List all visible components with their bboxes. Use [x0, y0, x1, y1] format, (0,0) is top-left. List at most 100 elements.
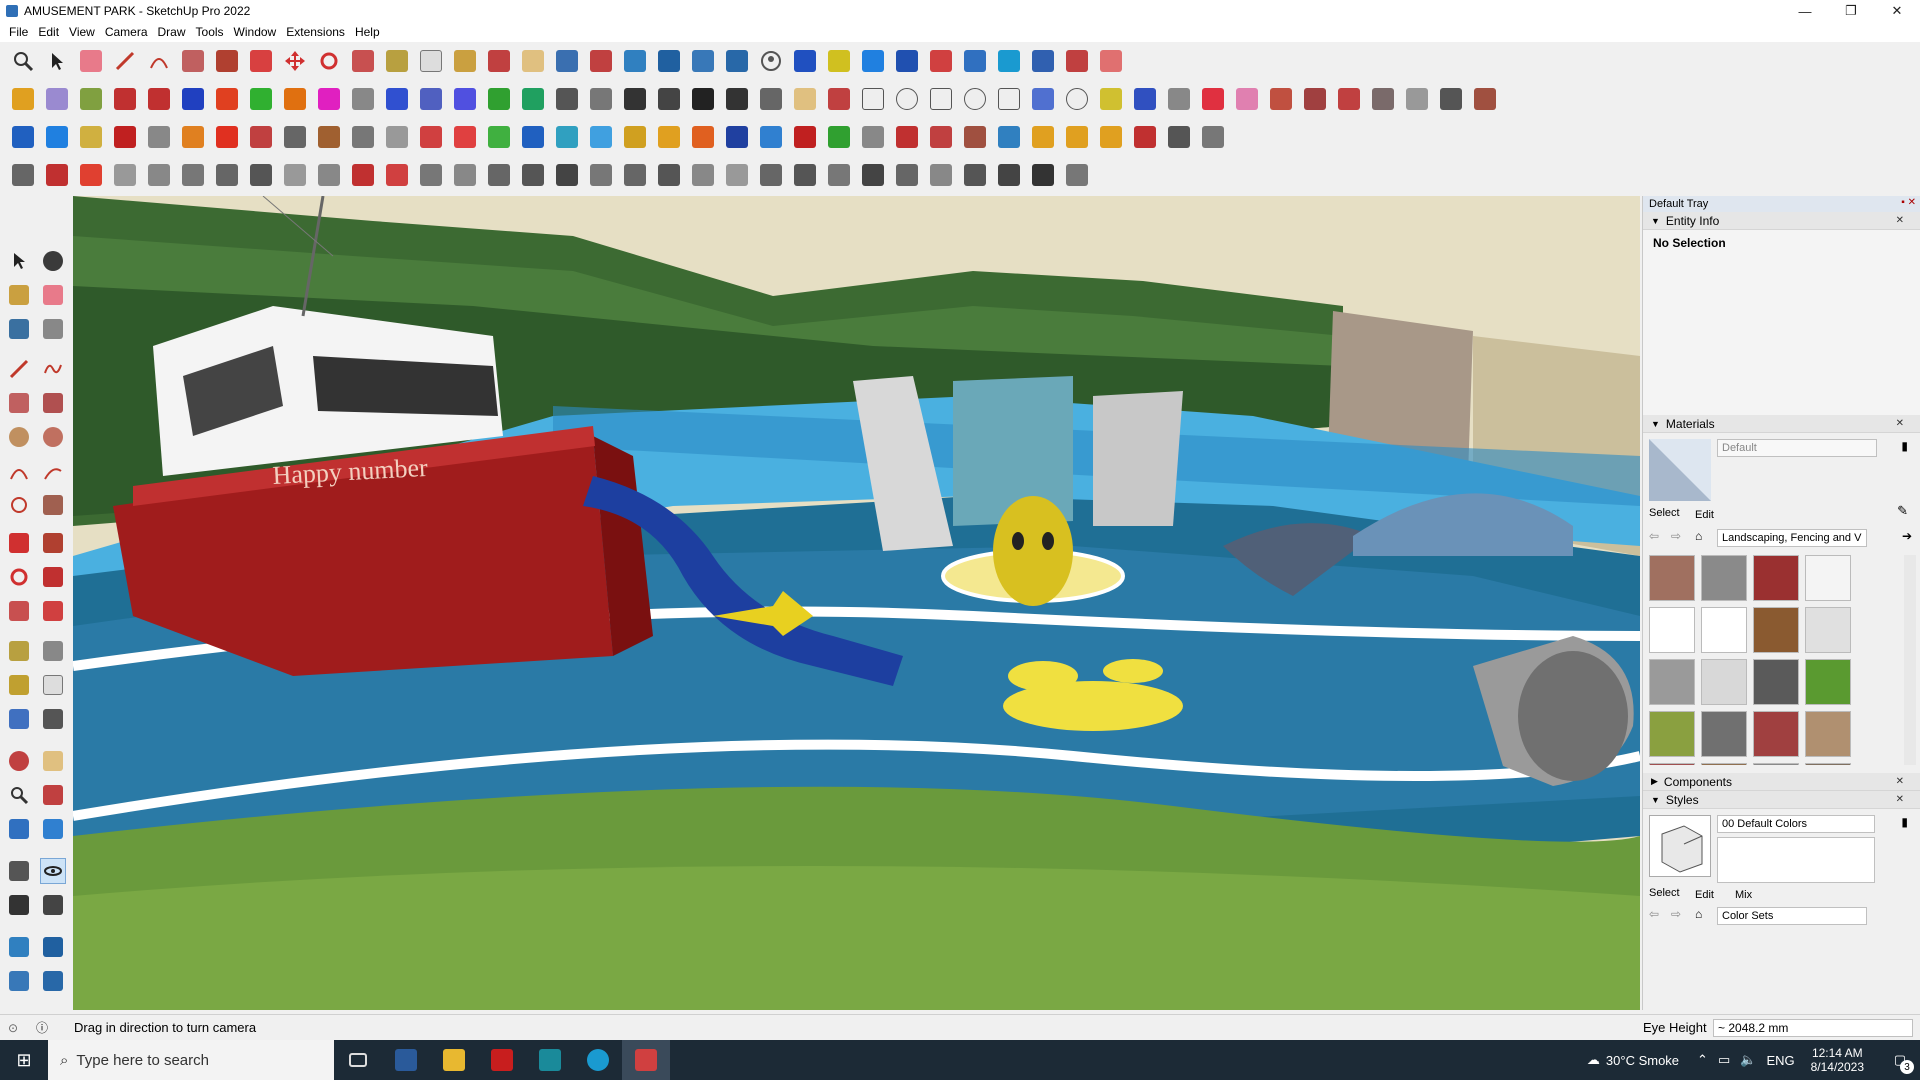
arc-icon[interactable]	[6, 458, 32, 484]
rectangle-icon[interactable]	[6, 390, 32, 416]
style-description-field[interactable]	[1717, 837, 1875, 883]
tool-row4-20-icon[interactable]	[654, 160, 684, 190]
tool-row3-22-icon[interactable]	[722, 122, 752, 152]
undo-icon[interactable]	[1028, 46, 1058, 76]
material-swatch[interactable]	[1805, 555, 1851, 601]
explode-icon[interactable]	[110, 84, 140, 114]
polygon-7-icon[interactable]	[1062, 84, 1092, 114]
hand-icon[interactable]	[1096, 46, 1126, 76]
tool-row4-18-icon[interactable]	[586, 160, 616, 190]
close-button[interactable]: ✕	[1874, 0, 1920, 22]
house-4-icon[interactable]	[654, 84, 684, 114]
edge-icon[interactable]	[574, 1040, 622, 1080]
model-viewport[interactable]: Happy number	[73, 196, 1640, 1010]
rotated-rectangle-icon[interactable]	[40, 390, 66, 416]
tool-row4-11-icon[interactable]	[348, 160, 378, 190]
tool-row4-22-icon[interactable]	[722, 160, 752, 190]
scale-icon[interactable]	[6, 598, 32, 624]
tool-row4-25-icon[interactable]	[824, 160, 854, 190]
section-cut-icon[interactable]	[416, 84, 446, 114]
tool-row3-35-icon[interactable]	[1164, 122, 1194, 152]
rotate-icon[interactable]	[6, 564, 32, 590]
zoom-extents-icon[interactable]	[586, 46, 616, 76]
select-icon[interactable]	[6, 248, 32, 274]
material-swatch[interactable]	[1649, 607, 1695, 653]
tool-row4-31-icon[interactable]	[1028, 160, 1058, 190]
tool-row4-24-icon[interactable]	[790, 160, 820, 190]
component-icon[interactable]	[6, 316, 32, 342]
3d-text-icon[interactable]	[40, 706, 66, 732]
tool-row3-28-icon[interactable]	[926, 122, 956, 152]
tool-row3-10-icon[interactable]	[314, 122, 344, 152]
tool-row4-2-icon[interactable]	[42, 160, 72, 190]
close-icon[interactable]: ✕	[1896, 776, 1904, 787]
restore-button[interactable]: ❐	[1828, 0, 1874, 22]
shape-orange-icon[interactable]	[280, 84, 310, 114]
entity-info-panel-header[interactable]: ▼ Entity Info ✕	[1643, 212, 1920, 230]
tool-row4-10-icon[interactable]	[314, 160, 344, 190]
tape-measure-icon[interactable]	[382, 46, 412, 76]
three-point-arc-icon[interactable]	[6, 492, 32, 518]
tool-row3-13-icon[interactable]	[416, 122, 446, 152]
warehouse-icon[interactable]	[620, 46, 650, 76]
home-icon[interactable]: ⌂	[1695, 907, 1702, 921]
arc-icon[interactable]	[144, 46, 174, 76]
tool-row3-31-icon[interactable]	[1028, 122, 1058, 152]
terrain-icon[interactable]	[484, 84, 514, 114]
materials-tab-edit[interactable]: Edit	[1695, 509, 1714, 521]
tool-row4-29-icon[interactable]	[960, 160, 990, 190]
pen-icon[interactable]	[824, 84, 854, 114]
tool-row3-20-icon[interactable]	[654, 122, 684, 152]
info-icon[interactable]: ⓘ	[36, 1019, 48, 1036]
protractor-icon[interactable]	[6, 672, 32, 698]
eraser-pink-icon[interactable]	[1232, 84, 1262, 114]
previous-view-icon[interactable]	[40, 816, 66, 842]
tool-row3-5-icon[interactable]	[144, 122, 174, 152]
material-name-field[interactable]: Default	[1717, 439, 1877, 457]
tool-row3-11-icon[interactable]	[348, 122, 378, 152]
pie-icon[interactable]	[40, 492, 66, 518]
material-swatch[interactable]	[1649, 711, 1695, 757]
styles-tab-select[interactable]: Select	[1649, 887, 1680, 899]
tool-row4-16-icon[interactable]	[518, 160, 548, 190]
tool-row3-6-icon[interactable]	[178, 122, 208, 152]
material-swatch[interactable]	[1805, 607, 1851, 653]
extension-warehouse-icon[interactable]	[40, 934, 66, 960]
offset-icon[interactable]	[40, 598, 66, 624]
follow-me-icon[interactable]	[246, 46, 276, 76]
extension-manager-icon[interactable]	[40, 968, 66, 994]
tool-row3-3-icon[interactable]	[76, 122, 106, 152]
tool-row3-27-icon[interactable]	[892, 122, 922, 152]
function-icon[interactable]	[756, 84, 786, 114]
tool-row3-19-icon[interactable]	[620, 122, 650, 152]
solid-subtract-icon[interactable]	[824, 46, 854, 76]
tool-row3-16-icon[interactable]	[518, 122, 548, 152]
tool-row3-15-icon[interactable]	[484, 122, 514, 152]
orbit-tool-icon[interactable]	[6, 748, 32, 774]
circle-icon[interactable]	[6, 424, 32, 450]
tool-row4-15-icon[interactable]	[484, 160, 514, 190]
push-pull-icon[interactable]	[212, 46, 242, 76]
polygon-4-icon[interactable]	[960, 84, 990, 114]
clock[interactable]: 12:14 AM 8/14/2023	[1811, 1046, 1864, 1074]
section-fill-icon[interactable]	[450, 84, 480, 114]
tray-pin-close-icon[interactable]: ▪ ✕	[1901, 197, 1916, 208]
tool-row3-21-icon[interactable]	[688, 122, 718, 152]
tool-row3-33-icon[interactable]	[1096, 122, 1126, 152]
material-swatch[interactable]	[1701, 711, 1747, 757]
shape-red-icon[interactable]	[212, 84, 242, 114]
material-swatch[interactable]	[1805, 763, 1851, 765]
material-swatch[interactable]	[1753, 659, 1799, 705]
weather-text[interactable]: 30°C Smoke	[1606, 1053, 1679, 1068]
layout-icon[interactable]	[6, 968, 32, 994]
menu-view[interactable]: View	[64, 25, 100, 39]
tool-row3-18-icon[interactable]	[586, 122, 616, 152]
menu-camera[interactable]: Camera	[100, 25, 153, 39]
eraser-icon[interactable]	[76, 46, 106, 76]
bezier-icon[interactable]	[1130, 84, 1160, 114]
tool-row3-23-icon[interactable]	[756, 122, 786, 152]
window-tool-icon[interactable]	[1368, 84, 1398, 114]
create-style-icon[interactable]: ▮	[1901, 815, 1908, 829]
solid-union-icon[interactable]	[790, 46, 820, 76]
forward-arrow-icon[interactable]: ⇨	[1671, 907, 1681, 921]
